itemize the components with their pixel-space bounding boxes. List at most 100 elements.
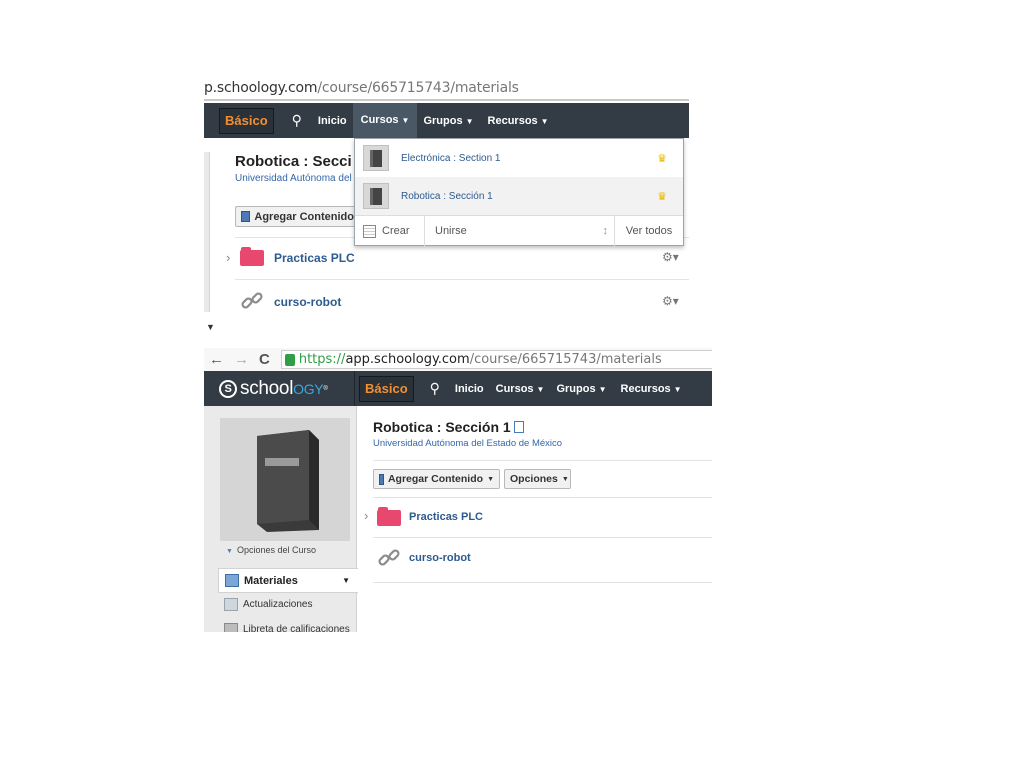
agregar-contenido-button[interactable]: Agregar Contenido	[235, 206, 360, 227]
materials-icon	[225, 574, 239, 587]
opciones-label: Opciones	[510, 473, 558, 485]
nav-recursos[interactable]: Recursos ▼	[621, 383, 682, 395]
nav-cursos[interactable]: Cursos ▼	[496, 383, 545, 395]
nav-cursos-label: Cursos	[360, 114, 399, 126]
schoology-logo[interactable]: S school OGY ®	[219, 371, 354, 406]
link-icon	[241, 292, 263, 309]
nav-inicio[interactable]: Inicio	[455, 383, 484, 395]
nav-grupos[interactable]: Grupos ▼	[556, 383, 606, 395]
material-practicas-plc[interactable]: Practicas PLC	[409, 511, 483, 523]
url-path: /course/665715743/materials	[469, 352, 662, 367]
sidebar-item-label: Libreta de calificaciones	[243, 624, 350, 632]
dropdown-course-item[interactable]: Robotica : Sección 1 ♛	[355, 177, 683, 215]
cursos-dropdown: Electrónica : Section 1 ♛ Robotica : Sec…	[354, 138, 684, 247]
course-image[interactable]	[220, 418, 350, 541]
school-name[interactable]: Universidad Autónoma del	[235, 173, 352, 184]
chevron-down-icon: ▼	[342, 576, 350, 585]
gear-icon[interactable]: ⚙▾	[662, 294, 679, 308]
opciones-button[interactable]: Opciones ▼	[504, 469, 571, 489]
chevron-down-icon: ▼	[206, 322, 215, 332]
chevron-down-icon: ▼	[598, 384, 607, 394]
chevron-down-icon: ▼	[226, 548, 233, 555]
url-path: /course/665715743/materials	[317, 80, 519, 96]
nav-divider	[354, 371, 355, 406]
crear-button[interactable]: Crear	[355, 215, 425, 247]
crown-icon: ♛	[657, 152, 667, 165]
top-navbar: Básico ⚲ Inicio Cursos ▼ Grupos ▼ Recursos…	[204, 103, 689, 138]
reload-icon[interactable]: C	[259, 351, 270, 368]
gear-icon[interactable]: ⚙▾	[662, 250, 679, 264]
nav-cursos[interactable]: Cursos ▼	[352, 103, 418, 138]
bottom-screenshot: ← → C https://app.schoology.com/course/6…	[204, 348, 712, 632]
agregar-contenido-label: Agregar Contenido	[254, 210, 354, 223]
course-sidebar: ▼ Opciones del Curso Materiales ▼ Actuali…	[204, 406, 358, 632]
lock-icon	[284, 353, 295, 366]
notebook-icon	[513, 421, 524, 433]
material-curso-robot[interactable]: curso-robot	[274, 295, 341, 309]
nav-cursos-label: Cursos	[495, 382, 534, 395]
book-icon	[257, 429, 319, 532]
basico-button[interactable]: Básico	[219, 107, 274, 134]
agregar-contenido-label: Agregar Contenido	[387, 473, 484, 485]
material-practicas-plc[interactable]: Practicas PLC	[274, 251, 355, 265]
page-title: Robotica : Secci	[235, 153, 352, 170]
chevron-right-icon[interactable]: ›	[226, 250, 230, 265]
course-options-link[interactable]: ▼ Opciones del Curso	[226, 545, 316, 555]
divider	[235, 279, 689, 280]
unirse-button[interactable]: Unirse ↕	[425, 215, 615, 247]
ver-todos-button[interactable]: Ver todos	[615, 216, 683, 247]
dropdown-course-item[interactable]: Electrónica : Section 1 ♛	[355, 139, 683, 177]
page-title: Robotica : Sección 1	[373, 419, 524, 435]
book-icon	[363, 183, 389, 209]
sidebar-item-libreta[interactable]: Libreta de calificaciones	[224, 623, 350, 632]
chevron-down-icon: ▼	[540, 116, 549, 126]
divider	[373, 537, 712, 538]
logo-school: school	[240, 377, 294, 399]
ver-todos-label: Ver todos	[625, 225, 673, 237]
nav-inicio[interactable]: Inicio	[318, 115, 347, 127]
nav-recursos-label: Recursos	[487, 114, 538, 127]
sidebar-item-label: Materiales	[244, 574, 298, 587]
chevron-down-icon: ▼	[401, 116, 410, 125]
chevron-right-icon[interactable]: ›	[364, 508, 368, 523]
school-name[interactable]: Universidad Autónoma del Estado de Méxic…	[373, 438, 562, 449]
url-scheme: https://	[298, 352, 346, 367]
logo-ogy: OGY	[293, 380, 324, 397]
link-icon	[378, 549, 400, 566]
crown-icon: ♛	[657, 190, 667, 203]
url-divider	[204, 99, 689, 101]
folder-icon	[377, 507, 401, 526]
course-name: Electrónica : Section 1	[401, 152, 501, 164]
chevron-down-icon: ▼	[465, 116, 474, 126]
basico-button[interactable]: Básico	[359, 375, 414, 402]
nav-recursos-label: Recursos	[620, 382, 671, 395]
sidebar-item-actualizaciones[interactable]: Actualizaciones	[224, 598, 312, 611]
material-curso-robot[interactable]: curso-robot	[409, 552, 471, 564]
sidebar-edge	[204, 152, 210, 312]
top-url: p.schoology.com/course/665715743/materia…	[204, 80, 519, 98]
add-content-icon	[379, 473, 384, 485]
search-icon[interactable]: ⚲	[430, 380, 440, 397]
updates-icon	[224, 598, 238, 611]
forward-icon[interactable]: →	[234, 351, 249, 368]
top-screenshot: p.schoology.com/course/665715743/materia…	[204, 80, 689, 335]
chevron-down-icon: ▼	[673, 384, 682, 394]
address-bar[interactable]: https://app.schoology.com/course/6657157…	[280, 350, 712, 369]
url-host: app.schoology.com	[345, 352, 470, 367]
create-icon	[363, 224, 376, 238]
nav-grupos[interactable]: Grupos ▼	[423, 115, 473, 127]
chevron-down-icon: ▼	[487, 475, 494, 483]
search-icon[interactable]: ⚲	[292, 112, 302, 129]
unirse-label: Unirse	[435, 225, 467, 237]
back-icon[interactable]: ←	[209, 351, 224, 368]
browser-toolbar: ← → C https://app.schoology.com/course/6…	[204, 348, 712, 371]
course-name: Robotica : Sección 1	[401, 190, 493, 202]
crear-label: Crear	[382, 225, 410, 237]
agregar-contenido-button[interactable]: Agregar Contenido ▼	[373, 469, 500, 489]
course-options-label: Opciones del Curso	[236, 545, 316, 555]
chevron-down-icon: ▼	[561, 475, 569, 483]
resize-icon: ↕	[602, 225, 609, 237]
url-host: p.schoology.com	[204, 80, 318, 96]
sidebar-item-materiales[interactable]: Materiales ▼	[218, 568, 358, 593]
nav-recursos[interactable]: Recursos ▼	[488, 115, 549, 127]
